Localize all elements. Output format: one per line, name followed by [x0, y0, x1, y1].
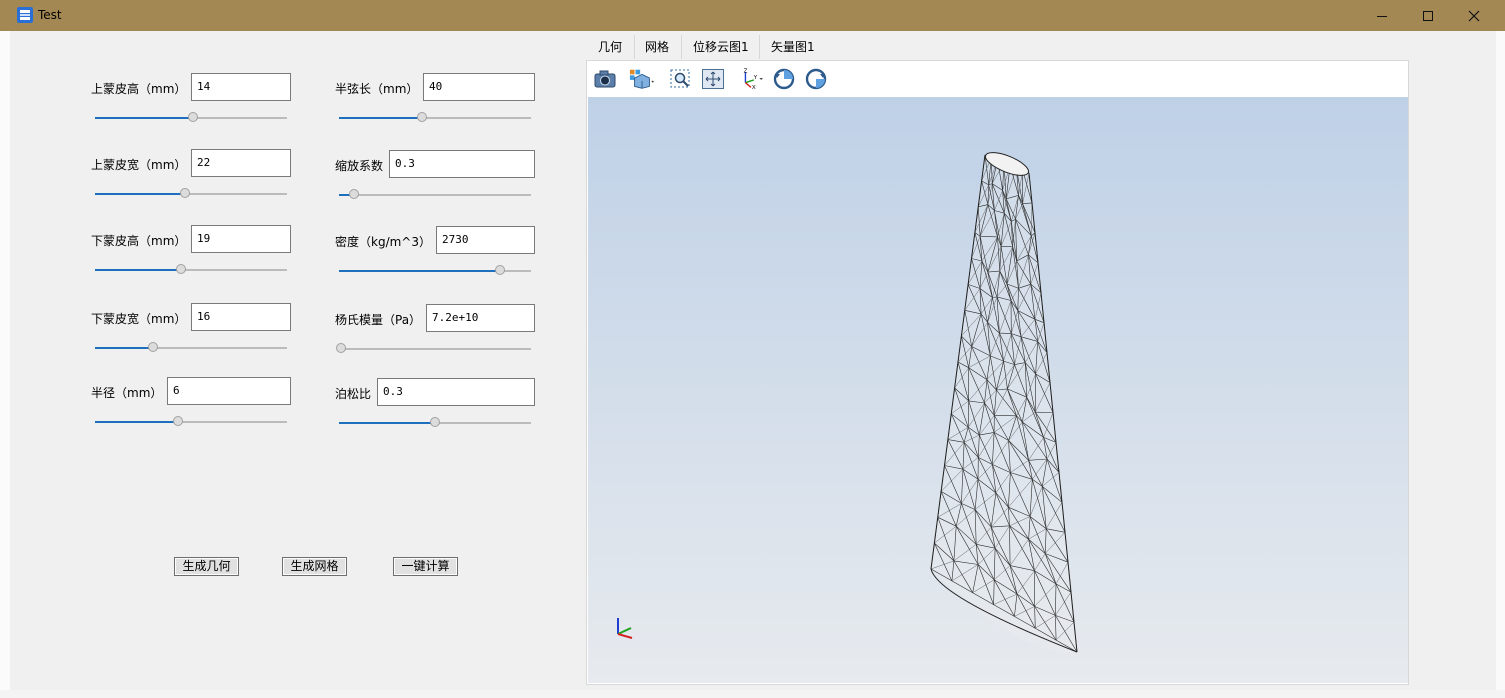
tab-displacement-contour[interactable]: 位移云图1 — [693, 38, 749, 55]
minimize-button[interactable] — [1359, 0, 1405, 31]
left-param-slider-1[interactable] — [95, 187, 287, 201]
slider-thumb[interactable] — [172, 416, 183, 426]
right-param-label-4: 泊松比 — [335, 387, 372, 401]
right-param-slider-1[interactable] — [339, 188, 531, 202]
close-icon — [1468, 10, 1480, 21]
right-param-input-0[interactable]: 40 — [423, 73, 535, 101]
slider-fill — [95, 117, 193, 119]
right-param-input-3[interactable]: 7.2e+10 — [426, 304, 535, 332]
right-param-slider-0[interactable] — [339, 111, 531, 125]
left-edge — [0, 31, 10, 698]
slider-thumb[interactable] — [180, 188, 191, 198]
fit-all-icon[interactable] — [700, 66, 726, 92]
left-param-slider-3[interactable] — [95, 341, 287, 355]
svg-text:Y: Y — [753, 75, 758, 81]
minimize-icon — [1377, 15, 1387, 17]
left-param-label-0: 上蒙皮高（mm） — [91, 82, 187, 96]
rotate-ccw-icon[interactable] — [771, 66, 797, 92]
tab-separator — [681, 35, 682, 59]
slider-thumb[interactable] — [416, 112, 427, 122]
left-param-slider-4[interactable] — [95, 415, 287, 429]
app-icon — [17, 7, 33, 23]
tab-vector-plot[interactable]: 矢量图1 — [771, 38, 815, 55]
svg-text:X: X — [752, 85, 756, 91]
right-param-slider-2[interactable] — [339, 264, 531, 278]
right-param-label-0: 半弦长（mm） — [335, 82, 419, 96]
svg-text:Z: Z — [744, 69, 748, 75]
camera-icon[interactable] — [592, 66, 618, 92]
left-param-label-4: 半径（mm） — [91, 386, 163, 400]
maximize-button[interactable] — [1405, 0, 1451, 31]
close-button[interactable] — [1451, 0, 1497, 31]
slider-fill — [339, 270, 501, 272]
axis-triad-icon — [617, 618, 633, 639]
slider-track — [339, 348, 531, 350]
right-param-label-1: 缩放系数 — [335, 159, 384, 173]
right-edge — [1496, 31, 1505, 698]
slider-thumb[interactable] — [176, 264, 187, 274]
right-param-label-2: 密度（kg/m^3） — [335, 235, 431, 249]
zoom-box-icon[interactable] — [668, 66, 694, 92]
tab-geometry[interactable]: 几何 — [598, 38, 622, 55]
bottom-edge — [0, 690, 1505, 698]
rotate-cw-icon[interactable] — [803, 66, 829, 92]
left-param-slider-2[interactable] — [95, 263, 287, 277]
slider-thumb[interactable] — [335, 343, 346, 353]
left-param-input-4[interactable]: 6 — [167, 377, 291, 405]
title-bar — [0, 0, 1505, 31]
left-param-input-0[interactable]: 14 — [191, 73, 291, 101]
tab-separator — [759, 35, 760, 59]
slider-fill — [339, 117, 422, 119]
right-param-slider-3[interactable] — [335, 342, 531, 356]
window-title: Test — [38, 8, 62, 22]
right-param-label-3: 杨氏模量（Pa） — [335, 313, 422, 327]
generate-geometry-button[interactable]: 生成几何 — [174, 557, 239, 576]
slider-track — [339, 194, 531, 196]
slider-thumb[interactable] — [495, 265, 506, 275]
left-param-label-2: 下蒙皮高（mm） — [91, 234, 187, 248]
slider-thumb[interactable] — [349, 189, 360, 199]
tab-separator — [634, 35, 635, 59]
left-param-input-1[interactable]: 22 — [191, 149, 291, 177]
tab-mesh[interactable]: 网格 — [645, 38, 669, 55]
right-param-input-2[interactable]: 2730 — [436, 226, 535, 254]
right-param-input-4[interactable]: 0.3 — [377, 378, 535, 406]
left-param-label-1: 上蒙皮宽（mm） — [91, 158, 187, 172]
slider-fill — [95, 421, 178, 423]
view-cube-icon[interactable] — [629, 66, 655, 92]
right-param-slider-4[interactable] — [339, 416, 531, 430]
left-param-label-3: 下蒙皮宽（mm） — [91, 312, 187, 326]
maximize-icon — [1423, 10, 1433, 21]
generate-mesh-button[interactable]: 生成网格 — [282, 557, 347, 576]
left-param-input-3[interactable]: 16 — [191, 303, 291, 331]
slider-thumb[interactable] — [147, 342, 158, 352]
slider-fill — [95, 347, 153, 349]
wireframe-mesh-model — [930, 152, 1078, 653]
axes-orientation-icon[interactable]: Z Y X — [738, 66, 764, 92]
slider-fill — [95, 193, 186, 195]
slider-thumb[interactable] — [430, 417, 440, 427]
right-param-input-1[interactable]: 0.3 — [389, 150, 535, 178]
left-param-slider-0[interactable] — [95, 111, 287, 125]
slider-thumb[interactable] — [187, 112, 198, 122]
left-param-input-2[interactable]: 19 — [191, 225, 291, 253]
compute-all-button[interactable]: 一键计算 — [393, 557, 458, 576]
slider-fill — [339, 422, 435, 424]
slider-fill — [95, 269, 182, 271]
